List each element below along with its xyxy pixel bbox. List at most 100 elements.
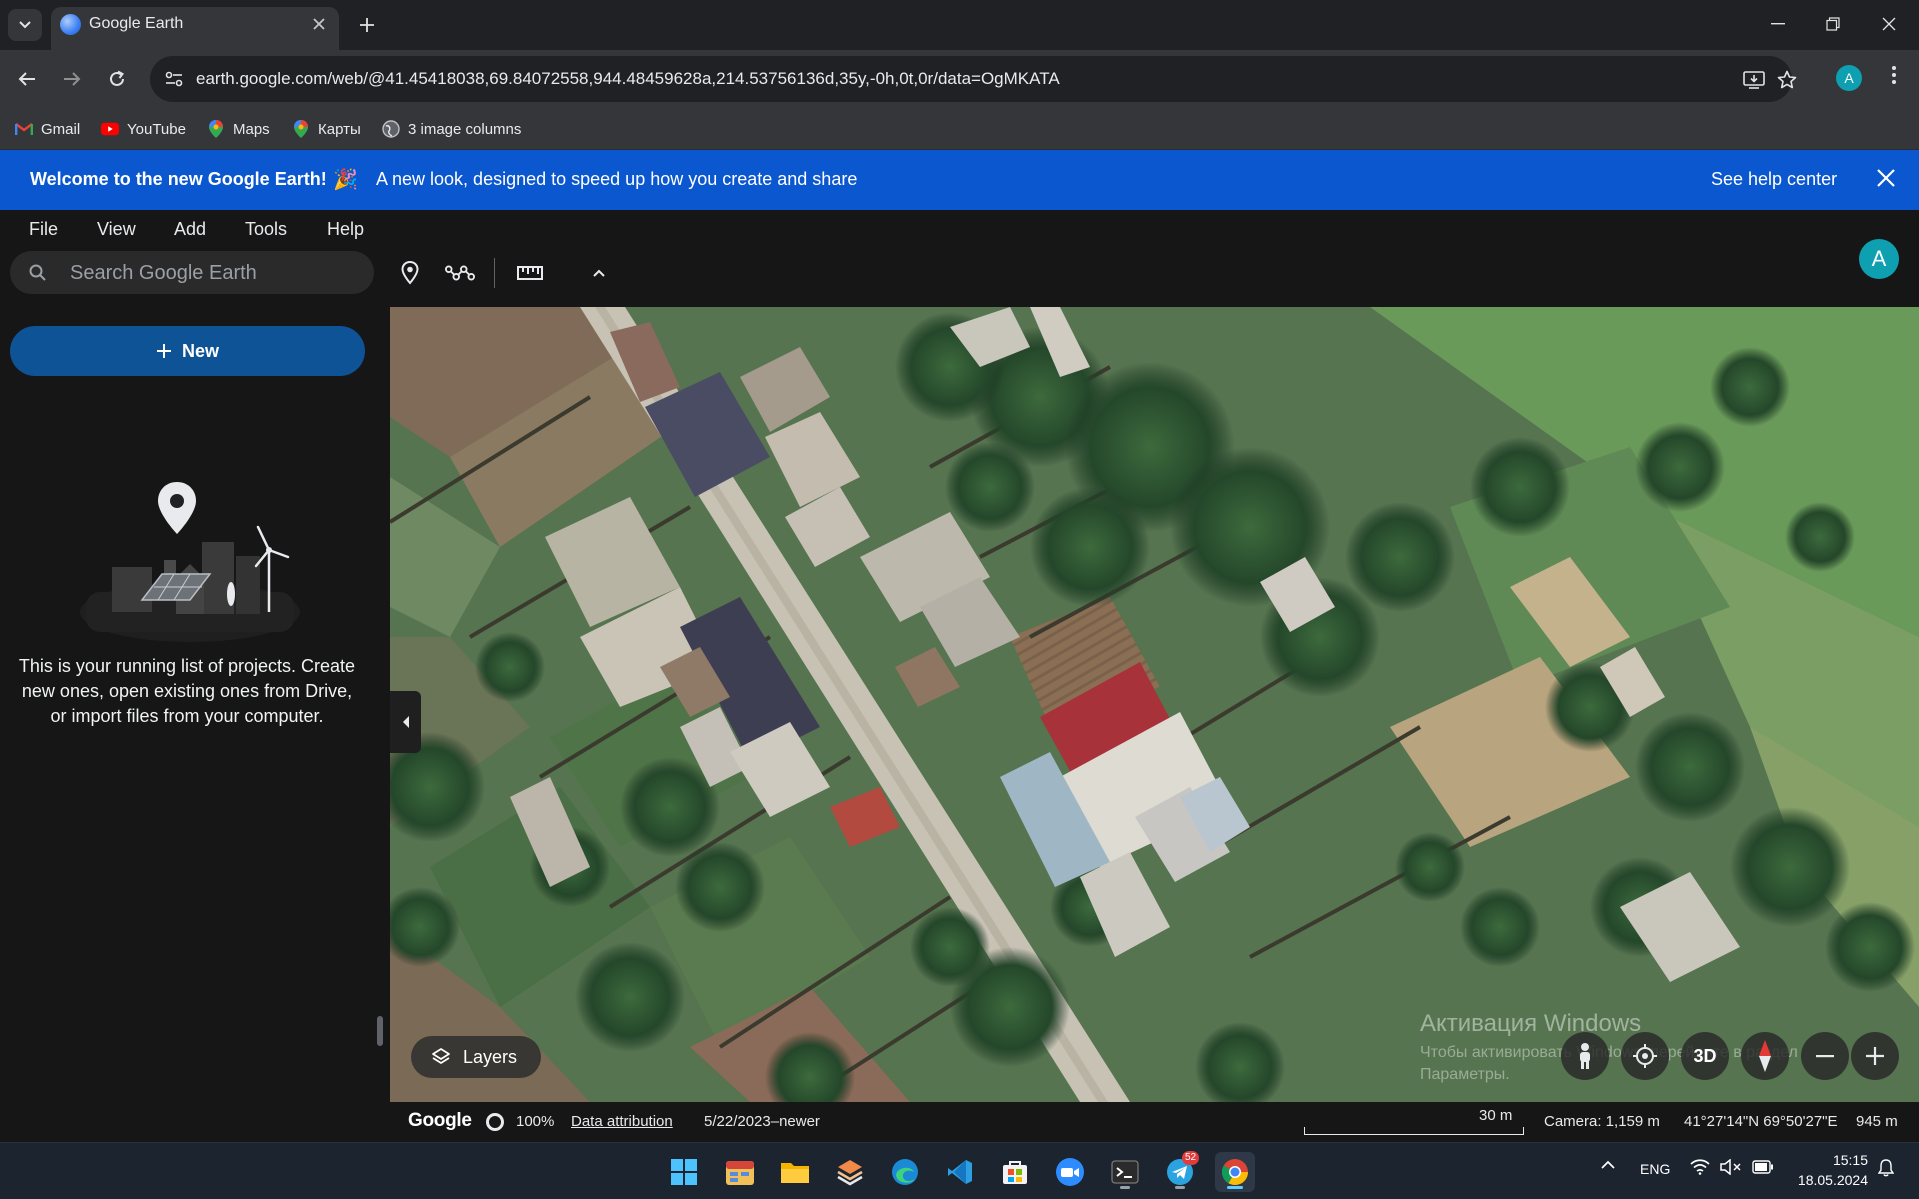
- chevron-down-icon: [19, 21, 31, 29]
- windows-start-button[interactable]: [664, 1152, 704, 1192]
- scale-bar: [1304, 1127, 1524, 1135]
- site-settings-icon[interactable]: [164, 69, 184, 89]
- close-window-button[interactable]: [1869, 8, 1909, 40]
- menu-file[interactable]: File: [29, 219, 58, 240]
- satellite-imagery[interactable]: [390, 307, 1919, 1102]
- menu-tools[interactable]: Tools: [245, 219, 287, 240]
- vscode-icon: [948, 1160, 972, 1184]
- compass-button[interactable]: [1741, 1032, 1789, 1080]
- menu-view[interactable]: View: [97, 219, 136, 240]
- scale-label: 30 m: [1479, 1107, 1513, 1124]
- plus-icon: [156, 344, 171, 358]
- install-app-button[interactable]: [1742, 68, 1766, 92]
- path-polygon-icon: [445, 265, 475, 281]
- bookmark-label: YouTube: [127, 120, 186, 138]
- zoom-out-icon: [1816, 1055, 1834, 1058]
- search-icon: [29, 264, 46, 281]
- menu-help[interactable]: Help: [327, 219, 364, 240]
- stack-app-button[interactable]: [830, 1152, 870, 1192]
- forward-button[interactable]: [55, 62, 89, 96]
- browser-toolbar: earth.google.com/web/@41.45418038,69.840…: [0, 50, 1919, 108]
- menu-add[interactable]: Add: [174, 219, 206, 240]
- zoom-in-icon: [1866, 1047, 1884, 1065]
- search-input[interactable]: Search Google Earth: [10, 251, 374, 294]
- bookmark-label: Maps: [233, 120, 270, 138]
- globe-icon: [382, 120, 400, 138]
- battery-button[interactable]: [1752, 1160, 1774, 1177]
- terminal-icon: [1111, 1160, 1139, 1184]
- close-icon: [313, 18, 325, 30]
- edge-button[interactable]: [885, 1152, 925, 1192]
- reload-button[interactable]: [100, 62, 134, 96]
- see-help-center-link[interactable]: See help center: [1711, 169, 1837, 190]
- active-indicator: [1227, 1186, 1243, 1189]
- empty-projects-text: This is your running list of projects. C…: [18, 656, 356, 726]
- layers-button[interactable]: Layers: [411, 1036, 541, 1078]
- file-explorer-button[interactable]: [775, 1152, 815, 1192]
- street-view-pegman-button[interactable]: [1561, 1032, 1609, 1080]
- system-clock[interactable]: 15:15 18.05.2024: [1790, 1150, 1868, 1190]
- chevron-up-icon: [1601, 1160, 1615, 1169]
- url-text[interactable]: earth.google.com/web/@41.45418038,69.840…: [196, 69, 1060, 89]
- new-tab-button[interactable]: [352, 10, 382, 40]
- my-location-button[interactable]: [1621, 1032, 1669, 1080]
- show-hidden-icons-button[interactable]: [1600, 1158, 1616, 1174]
- chrome-profile-avatar[interactable]: A: [1836, 65, 1862, 91]
- my-location-icon: [1633, 1044, 1657, 1068]
- windows-start-icon: [671, 1159, 697, 1185]
- ground-elevation: 945 m: [1856, 1113, 1898, 1130]
- banner-close-button[interactable]: [1872, 166, 1900, 194]
- minimize-window-button[interactable]: [1758, 8, 1798, 40]
- tab-close-button[interactable]: [306, 11, 332, 37]
- close-icon: [1882, 17, 1896, 31]
- bookmark-karty[interactable]: Карты: [292, 117, 361, 141]
- banner-title: Welcome to the new Google Earth!: [30, 169, 327, 189]
- zoom-button[interactable]: [1050, 1152, 1090, 1192]
- input-language[interactable]: ENG: [1640, 1161, 1670, 1177]
- telegram-button[interactable]: 52: [1160, 1151, 1200, 1192]
- volume-button[interactable]: [1720, 1158, 1742, 1178]
- caret-left-icon: [402, 716, 409, 728]
- toggle-3d-button[interactable]: 3D: [1681, 1032, 1729, 1080]
- bookmark-youtube[interactable]: YouTube: [101, 117, 186, 141]
- more-vertical-icon: [1892, 66, 1896, 84]
- back-button[interactable]: [10, 62, 44, 96]
- widgets-button[interactable]: [720, 1152, 760, 1192]
- notifications-button[interactable]: [1877, 1159, 1895, 1180]
- tab-search-button[interactable]: [8, 9, 42, 41]
- restore-icon: [1826, 17, 1840, 31]
- plus-icon: [360, 18, 374, 32]
- bookmark-3-image-columns[interactable]: 3 image columns: [382, 117, 521, 141]
- welcome-banner: Welcome to the new Google Earth! 🎉 A new…: [0, 150, 1919, 210]
- add-placemark-button[interactable]: [395, 259, 425, 287]
- panel-resize-handle[interactable]: [377, 1016, 383, 1046]
- watermark-line: Параметры.: [1420, 1066, 1510, 1083]
- zoom-in-button[interactable]: [1851, 1032, 1899, 1080]
- address-bar[interactable]: earth.google.com/web/@41.45418038,69.840…: [150, 56, 1797, 102]
- bookmark-maps[interactable]: Maps: [207, 117, 270, 141]
- layers-icon: [432, 1048, 450, 1064]
- collapse-toolbar-button[interactable]: [584, 259, 614, 287]
- add-path-button[interactable]: [445, 259, 475, 287]
- measure-button[interactable]: [515, 259, 545, 287]
- map-status-bar: Google 100% Data attribution 5/22/2023–n…: [390, 1102, 1919, 1142]
- terminal-button[interactable]: [1105, 1152, 1145, 1192]
- bookmark-gmail[interactable]: Gmail: [15, 117, 80, 141]
- network-button[interactable]: [1690, 1159, 1710, 1178]
- bookmark-label: Карты: [318, 120, 361, 138]
- minimize-icon: [1771, 23, 1785, 25]
- chrome-button[interactable]: [1215, 1152, 1255, 1192]
- restore-window-button[interactable]: [1813, 8, 1853, 40]
- data-attribution-link[interactable]: Data attribution: [571, 1113, 673, 1130]
- vscode-button[interactable]: [940, 1152, 980, 1192]
- collapse-panel-button[interactable]: [390, 691, 421, 753]
- clock-date: 18.05.2024: [1797, 1172, 1868, 1188]
- zoom-out-button[interactable]: [1801, 1032, 1849, 1080]
- google-account-avatar[interactable]: A: [1859, 239, 1899, 279]
- new-project-button[interactable]: New: [10, 326, 365, 376]
- microsoft-store-button[interactable]: [995, 1152, 1035, 1192]
- chrome-menu-button[interactable]: [1882, 64, 1906, 92]
- maps-pin-icon: [292, 120, 310, 138]
- bookmark-star-button[interactable]: [1775, 68, 1799, 92]
- earth-map-view[interactable]: Активация Windows Чтобы активировать Win…: [390, 307, 1919, 1102]
